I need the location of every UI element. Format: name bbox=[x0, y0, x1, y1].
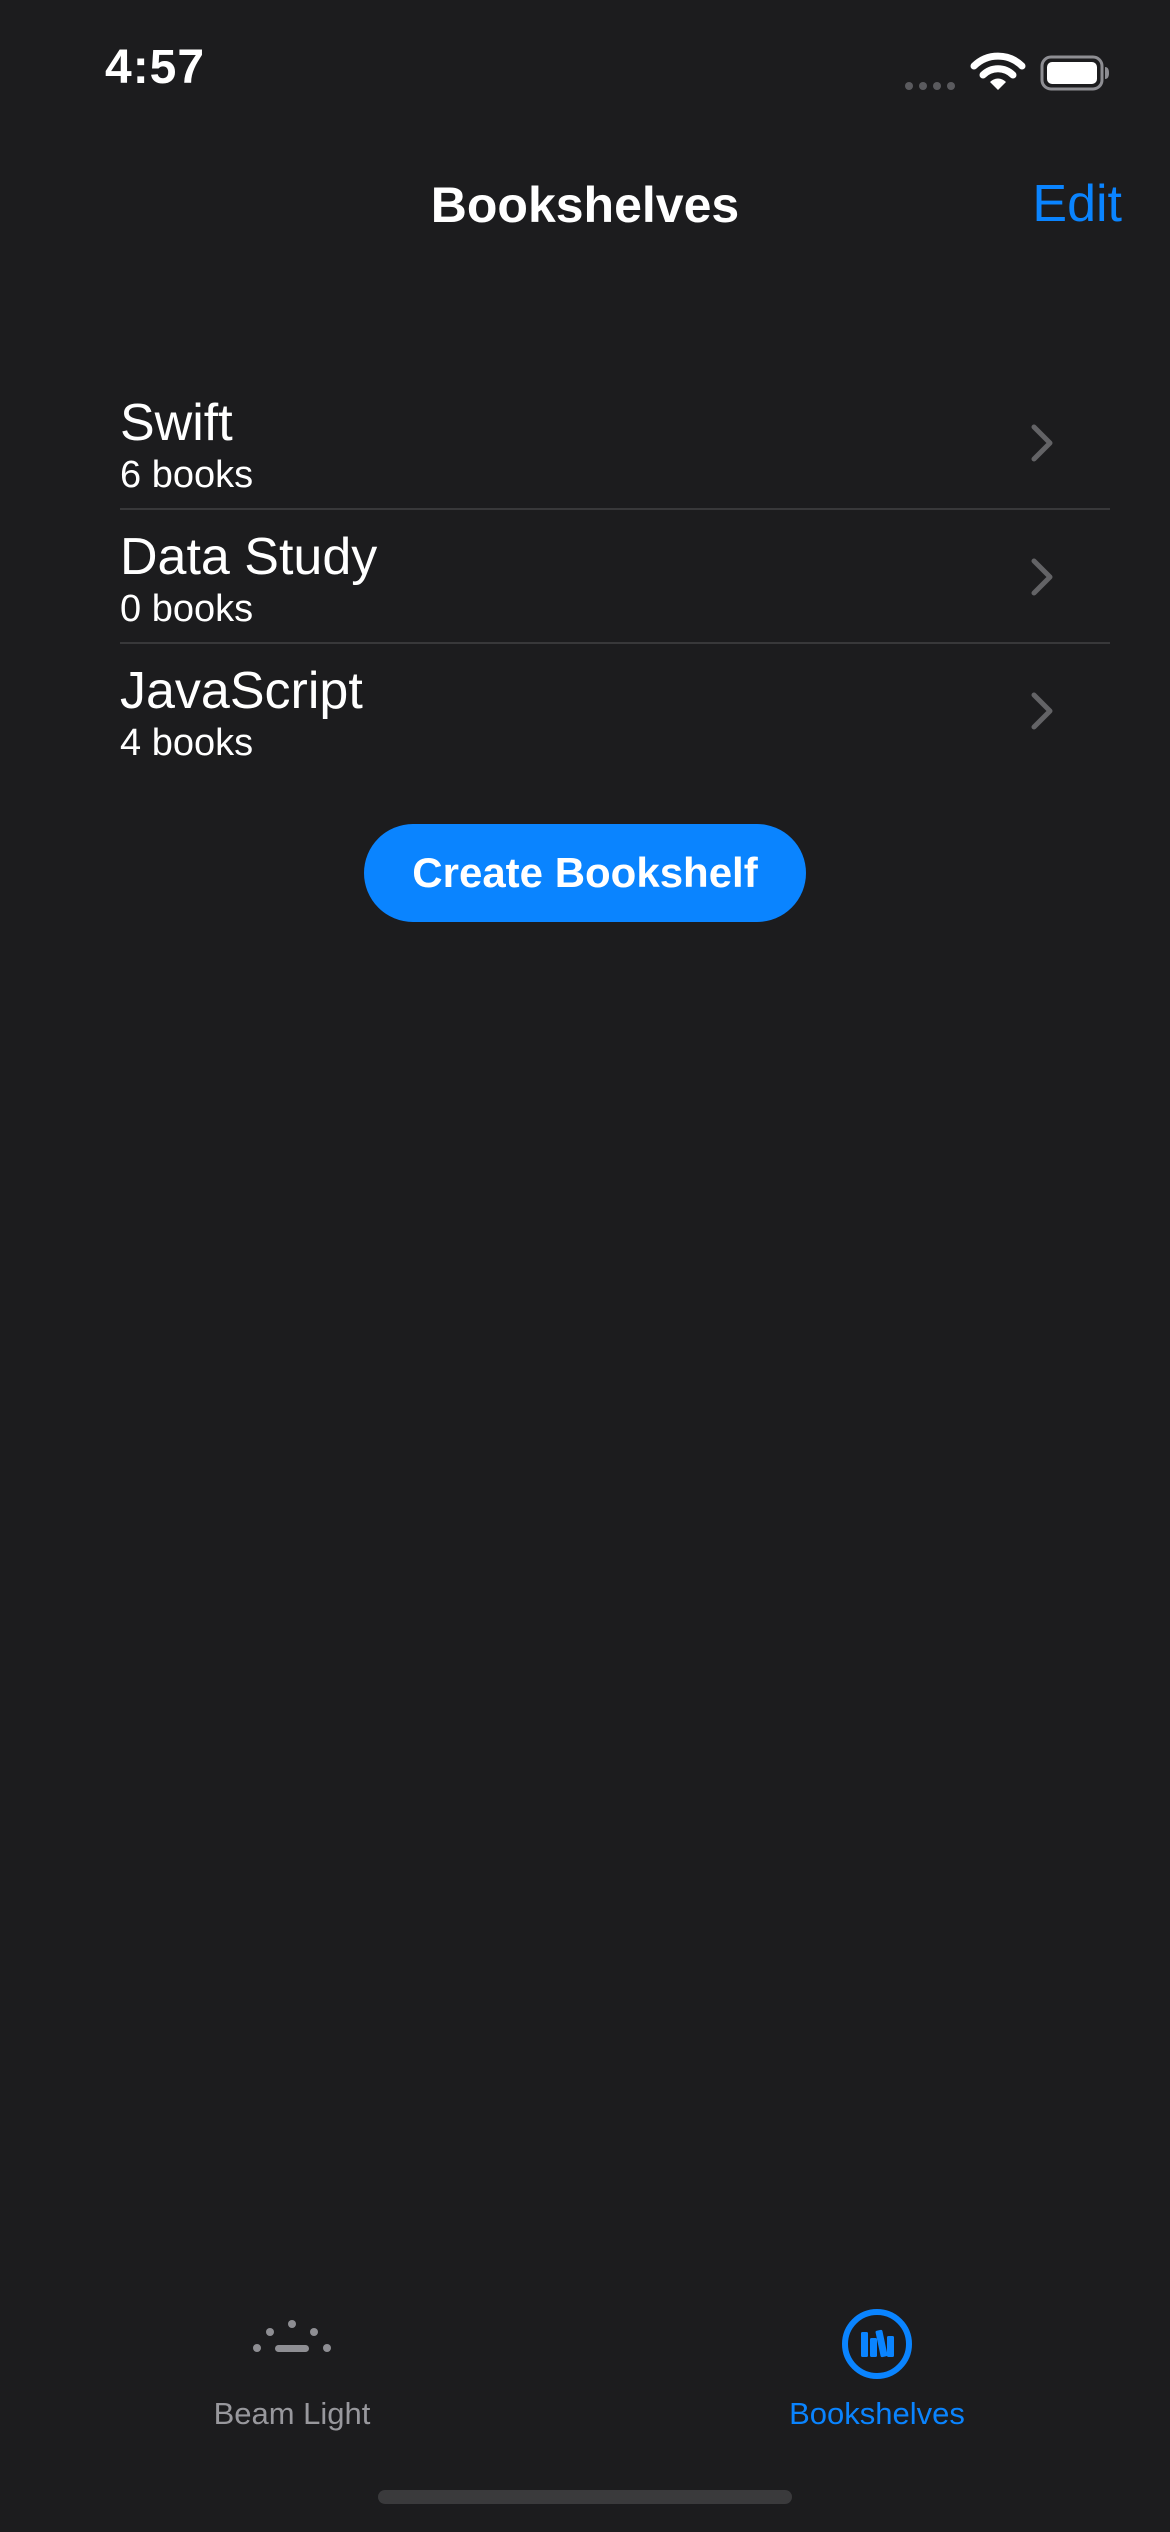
status-time: 4:57 bbox=[105, 41, 206, 94]
bookshelf-name: Data Study bbox=[120, 528, 378, 586]
bookshelves-icon bbox=[842, 2309, 912, 2379]
home-indicator bbox=[378, 2490, 792, 2504]
list-item[interactable]: JavaScript 4 books bbox=[120, 644, 1110, 776]
tab-label: Bookshelves bbox=[789, 2396, 965, 2431]
battery-icon bbox=[1040, 55, 1109, 91]
cellular-signal-icon bbox=[905, 82, 955, 90]
create-bookshelf-button[interactable]: Create Bookshelf bbox=[364, 824, 806, 922]
tab-beam-light[interactable]: Beam Light bbox=[112, 2290, 472, 2440]
list-item[interactable]: Swift 6 books bbox=[120, 376, 1110, 510]
tab-bookshelves[interactable]: Bookshelves bbox=[697, 2290, 1057, 2440]
bookshelf-name: Swift bbox=[120, 394, 233, 452]
list-item[interactable]: Data Study 0 books bbox=[120, 510, 1110, 644]
bookshelf-book-count: 6 books bbox=[120, 454, 254, 496]
tab-label: Beam Light bbox=[213, 2396, 371, 2431]
bookshelf-book-count: 0 books bbox=[120, 588, 254, 630]
edit-button[interactable]: Edit bbox=[1032, 174, 1122, 234]
wifi-icon bbox=[970, 52, 1026, 90]
beam-light-icon bbox=[253, 2320, 331, 2352]
chevron-right-icon bbox=[1031, 558, 1053, 596]
bookshelf-book-count: 4 books bbox=[120, 722, 254, 764]
page-title: Bookshelves bbox=[430, 177, 740, 233]
bookshelf-list: Swift 6 books Data Study 0 books JavaScr… bbox=[120, 376, 1110, 776]
chevron-right-icon bbox=[1031, 692, 1053, 730]
bookshelf-name: JavaScript bbox=[120, 662, 363, 720]
chevron-right-icon bbox=[1031, 424, 1053, 462]
